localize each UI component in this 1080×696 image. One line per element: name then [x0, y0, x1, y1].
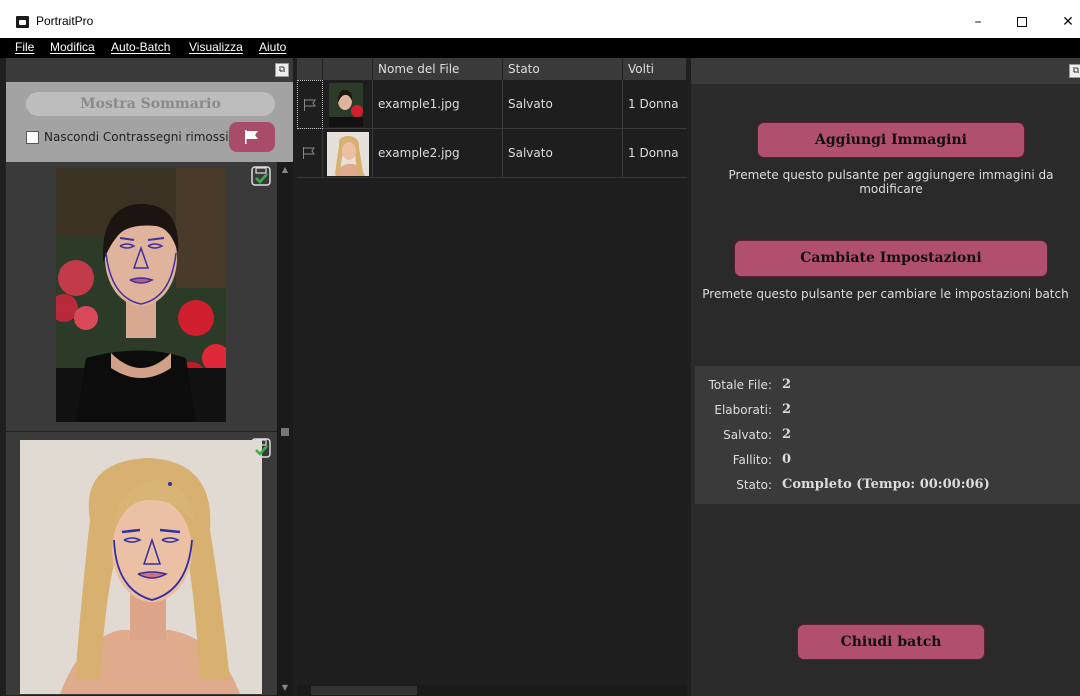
hide-flags-label: Nascondi Contrassegni rimossi [44, 130, 229, 144]
row-flag-cell[interactable] [297, 80, 323, 129]
menu-bar: File Modifica Auto-Batch Visualizza Aiut… [0, 38, 1080, 58]
scrollbar-thumb[interactable] [281, 428, 289, 436]
maximize-button[interactable] [999, 6, 1045, 38]
column-status[interactable]: Stato [503, 58, 623, 80]
summary-area: Mostra Sommario Nascondi Contrassegni ri… [6, 82, 293, 162]
change-settings-description: Premete questo pulsante per cambiare le … [702, 287, 1069, 301]
menu-file[interactable]: File [15, 40, 34, 54]
app-icon [16, 16, 29, 28]
window-title: PortraitPro [36, 14, 94, 28]
batch-panel: ⧉ Aggiungi Immagini Premete questo pulsa… [691, 58, 1080, 696]
row-thumbnail-cell [323, 129, 373, 178]
save-check-icon [251, 438, 271, 458]
stat-status-label: Stato: [736, 478, 772, 492]
column-file-name[interactable]: Nome del File [373, 58, 503, 80]
close-batch-button[interactable]: Chiudi batch [797, 624, 985, 660]
chevron-up-icon[interactable]: ▲ [280, 165, 290, 175]
row-file-name: example1.jpg [373, 80, 503, 129]
table-row[interactable]: example2.jpg Salvato 1 Donna [297, 129, 687, 178]
title-bar: PortraitPro – ✕ [0, 0, 1080, 38]
restore-icon[interactable]: ⧉ [1069, 64, 1080, 78]
save-check-icon [251, 166, 271, 186]
table-horizontal-scrollbar[interactable] [297, 685, 687, 696]
flag-button[interactable] [229, 122, 275, 152]
menu-auto-batch[interactable]: Auto-Batch [111, 40, 170, 54]
row-status: Salvato [503, 129, 623, 178]
stat-processed-label: Elaborati: [714, 403, 772, 417]
row-flag-cell[interactable] [297, 129, 323, 178]
stat-failed-value: 0 [782, 452, 792, 467]
column-thumbnail[interactable] [323, 58, 373, 80]
batch-statistics: Totale File: 2 Elaborati: 2 Salvato: 2 F… [695, 366, 1080, 504]
chevron-down-icon[interactable]: ▼ [280, 683, 290, 693]
flag-icon [303, 147, 315, 159]
stat-total-label: Totale File: [708, 378, 772, 392]
row-thumbnail [327, 132, 369, 176]
scrollbar-thumb[interactable] [311, 686, 417, 695]
row-faces: 1 Donna [628, 97, 679, 111]
maximize-icon [1017, 17, 1027, 27]
file-table: Nome del File Stato Volti example1.jpg S… [297, 58, 687, 696]
stat-saved-value: 2 [782, 427, 792, 442]
row-thumbnail [329, 83, 363, 127]
column-faces[interactable]: Volti [623, 58, 687, 80]
thumbnail-card[interactable] [6, 434, 277, 696]
flag-icon [304, 99, 316, 111]
thumbnail-image-1[interactable] [56, 168, 226, 422]
menu-visualizza[interactable]: Visualizza [189, 40, 243, 54]
minimize-button[interactable]: – [955, 6, 1001, 38]
column-flag[interactable] [297, 58, 323, 80]
panel-header: ⧉ [6, 58, 293, 82]
row-thumbnail-cell [323, 80, 373, 129]
thumbnail-image-2[interactable] [20, 440, 262, 694]
restore-icon[interactable]: ⧉ [275, 63, 289, 77]
hide-flags-checkbox[interactable] [26, 131, 39, 144]
row-file-name: example2.jpg [373, 129, 503, 178]
close-button[interactable]: ✕ [1045, 6, 1080, 38]
menu-modifica[interactable]: Modifica [50, 40, 95, 54]
stat-saved-label: Salvato: [723, 428, 772, 442]
flag-icon [245, 130, 258, 144]
add-images-description: Premete questo pulsante per aggiungere i… [728, 168, 1054, 196]
add-images-button[interactable]: Aggiungi Immagini [757, 122, 1025, 158]
row-status: Salvato [503, 80, 623, 129]
row-faces: 1 Donna [628, 146, 679, 160]
panel-header: ⧉ [691, 58, 1080, 84]
thumbnail-panel: ⧉ Mostra Sommario Nascondi Contrassegni … [6, 58, 293, 696]
stat-processed-value: 2 [782, 402, 792, 417]
thumbnail-list[interactable] [6, 162, 277, 696]
show-summary-button[interactable]: Mostra Sommario [26, 92, 275, 116]
table-row[interactable]: example1.jpg Salvato 1 Donna [297, 80, 687, 129]
thumbnail-scrollbar[interactable]: ▲ ▼ [277, 162, 293, 696]
stat-failed-label: Fallito: [732, 453, 772, 467]
stat-status-value: Completo (Tempo: 00:00:06) [782, 477, 990, 492]
change-settings-button[interactable]: Cambiate Impostazioni [734, 240, 1048, 277]
menu-aiuto[interactable]: Aiuto [259, 40, 286, 54]
stat-total-value: 2 [782, 377, 792, 392]
thumbnail-card[interactable] [6, 162, 277, 432]
